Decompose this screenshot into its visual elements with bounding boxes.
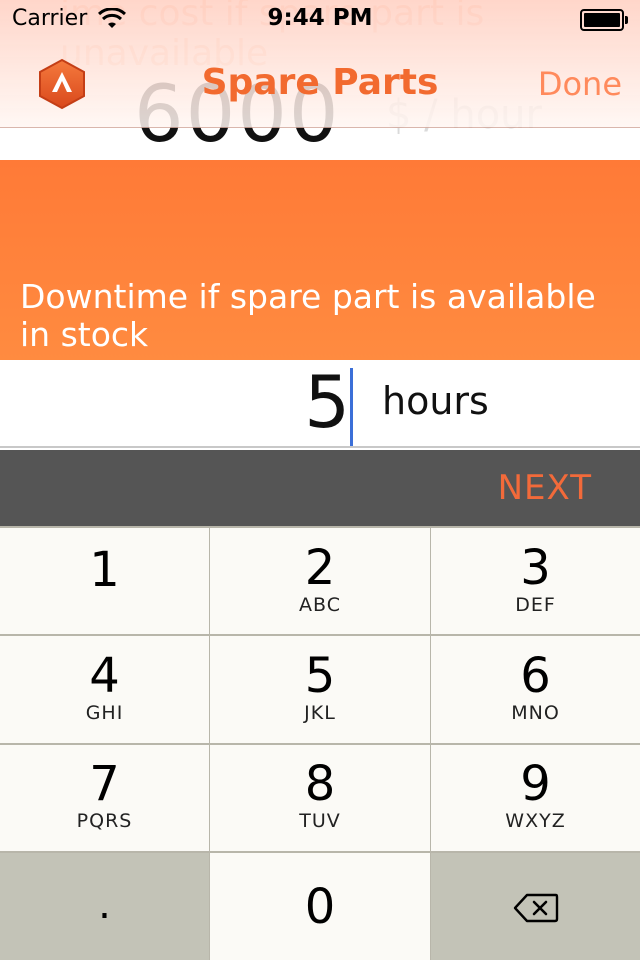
key-0[interactable]: 0 [210,853,430,960]
key-4[interactable]: 4 GHI [0,636,209,743]
input-unit: hours [382,379,489,423]
navigation-bar: Carrier 9:44 PM Spare Parts Done [0,0,640,128]
key-7[interactable]: 7 PQRS [0,745,209,851]
keyboard-toolbar: NEXT [0,450,640,526]
key-8[interactable]: 8 TUV [210,745,430,851]
backspace-icon [513,893,559,923]
status-time: 9:44 PM [267,5,373,31]
key-9[interactable]: 9 WXYZ [431,745,640,851]
next-button[interactable]: NEXT [498,466,592,510]
text-caret [350,368,353,446]
key-3[interactable]: 3 DEF [431,528,640,634]
downtime-input[interactable]: 5 hours [0,360,640,448]
question-band: Downtime if spare part is available in s… [0,160,640,360]
done-button[interactable]: Done [538,62,622,106]
input-value[interactable]: 5 [304,362,350,442]
key-5[interactable]: 5 JKL [210,636,430,743]
question-label: Downtime if spare part is available in s… [20,277,596,354]
delete-key[interactable] [431,853,640,960]
key-1[interactable]: 1 [0,528,209,634]
battery-icon [580,9,628,31]
number-keypad: 1 2 ABC 3 DEF 4 GHI 5 JKL 6 MNO 7 PQRS 8… [0,526,640,960]
key-6[interactable]: 6 MNO [431,636,640,743]
status-bar: Carrier 9:44 PM [0,0,640,40]
key-decimal[interactable]: . [0,853,209,960]
key-2[interactable]: 2 ABC [210,528,430,634]
